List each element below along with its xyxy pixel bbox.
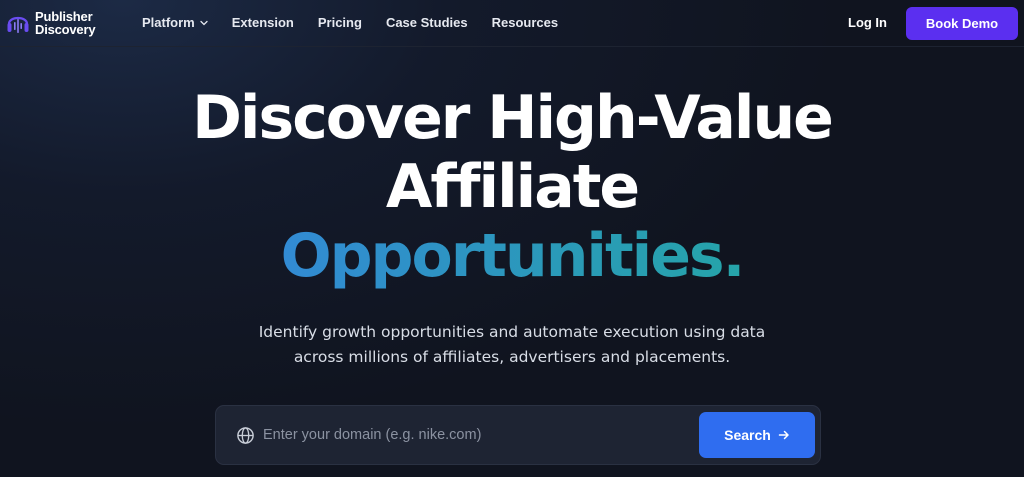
main-nav: Platform Extension Pricing Case Studies …: [142, 15, 582, 30]
login-link[interactable]: Log In: [848, 15, 887, 30]
top-navbar: Publisher Discovery Platform Extension P…: [0, 0, 1024, 47]
domain-search-bar: Search: [215, 405, 821, 465]
nav-item-case-studies[interactable]: Case Studies: [386, 15, 468, 30]
chevron-down-icon: [200, 20, 208, 25]
nav-item-platform[interactable]: Platform: [142, 15, 208, 30]
brand-name: Publisher Discovery: [35, 10, 96, 37]
hero-title-line1: Discover High-Value: [192, 83, 834, 153]
hero-subtitle: Identify growth opportunities and automa…: [0, 320, 1024, 370]
hero-subtitle-line1: Identify growth opportunities and automa…: [258, 323, 766, 341]
search-button-label: Search: [724, 427, 771, 443]
arrow-right-icon: [778, 430, 789, 440]
domain-input[interactable]: [263, 422, 683, 448]
nav-item-label: Resources: [491, 15, 559, 30]
nav-item-extension[interactable]: Extension: [232, 15, 294, 30]
nav-item-label: Platform: [142, 15, 195, 30]
book-demo-button[interactable]: Book Demo: [906, 7, 1018, 40]
search-button[interactable]: Search: [699, 412, 815, 458]
nav-item-resources[interactable]: Resources: [492, 15, 558, 30]
hero-title-line2: Affiliate: [385, 152, 640, 222]
hero-title: Discover High-Value Affiliate Opportunit…: [0, 84, 1024, 291]
hero-title-highlight: Opportunities.: [0, 222, 1024, 291]
hero-subtitle-line2: across millions of affiliates, advertise…: [293, 348, 731, 366]
nav-item-label: Pricing: [317, 15, 362, 30]
nav-item-label: Extension: [231, 15, 294, 30]
nav-item-label: Case Studies: [385, 15, 468, 30]
globe-icon: [237, 427, 254, 444]
brand-logo[interactable]: Publisher Discovery: [6, 9, 96, 37]
headphones-waveform-icon: [7, 16, 29, 33]
nav-item-pricing[interactable]: Pricing: [318, 15, 362, 30]
brand-name-line2: Discovery: [35, 22, 96, 37]
